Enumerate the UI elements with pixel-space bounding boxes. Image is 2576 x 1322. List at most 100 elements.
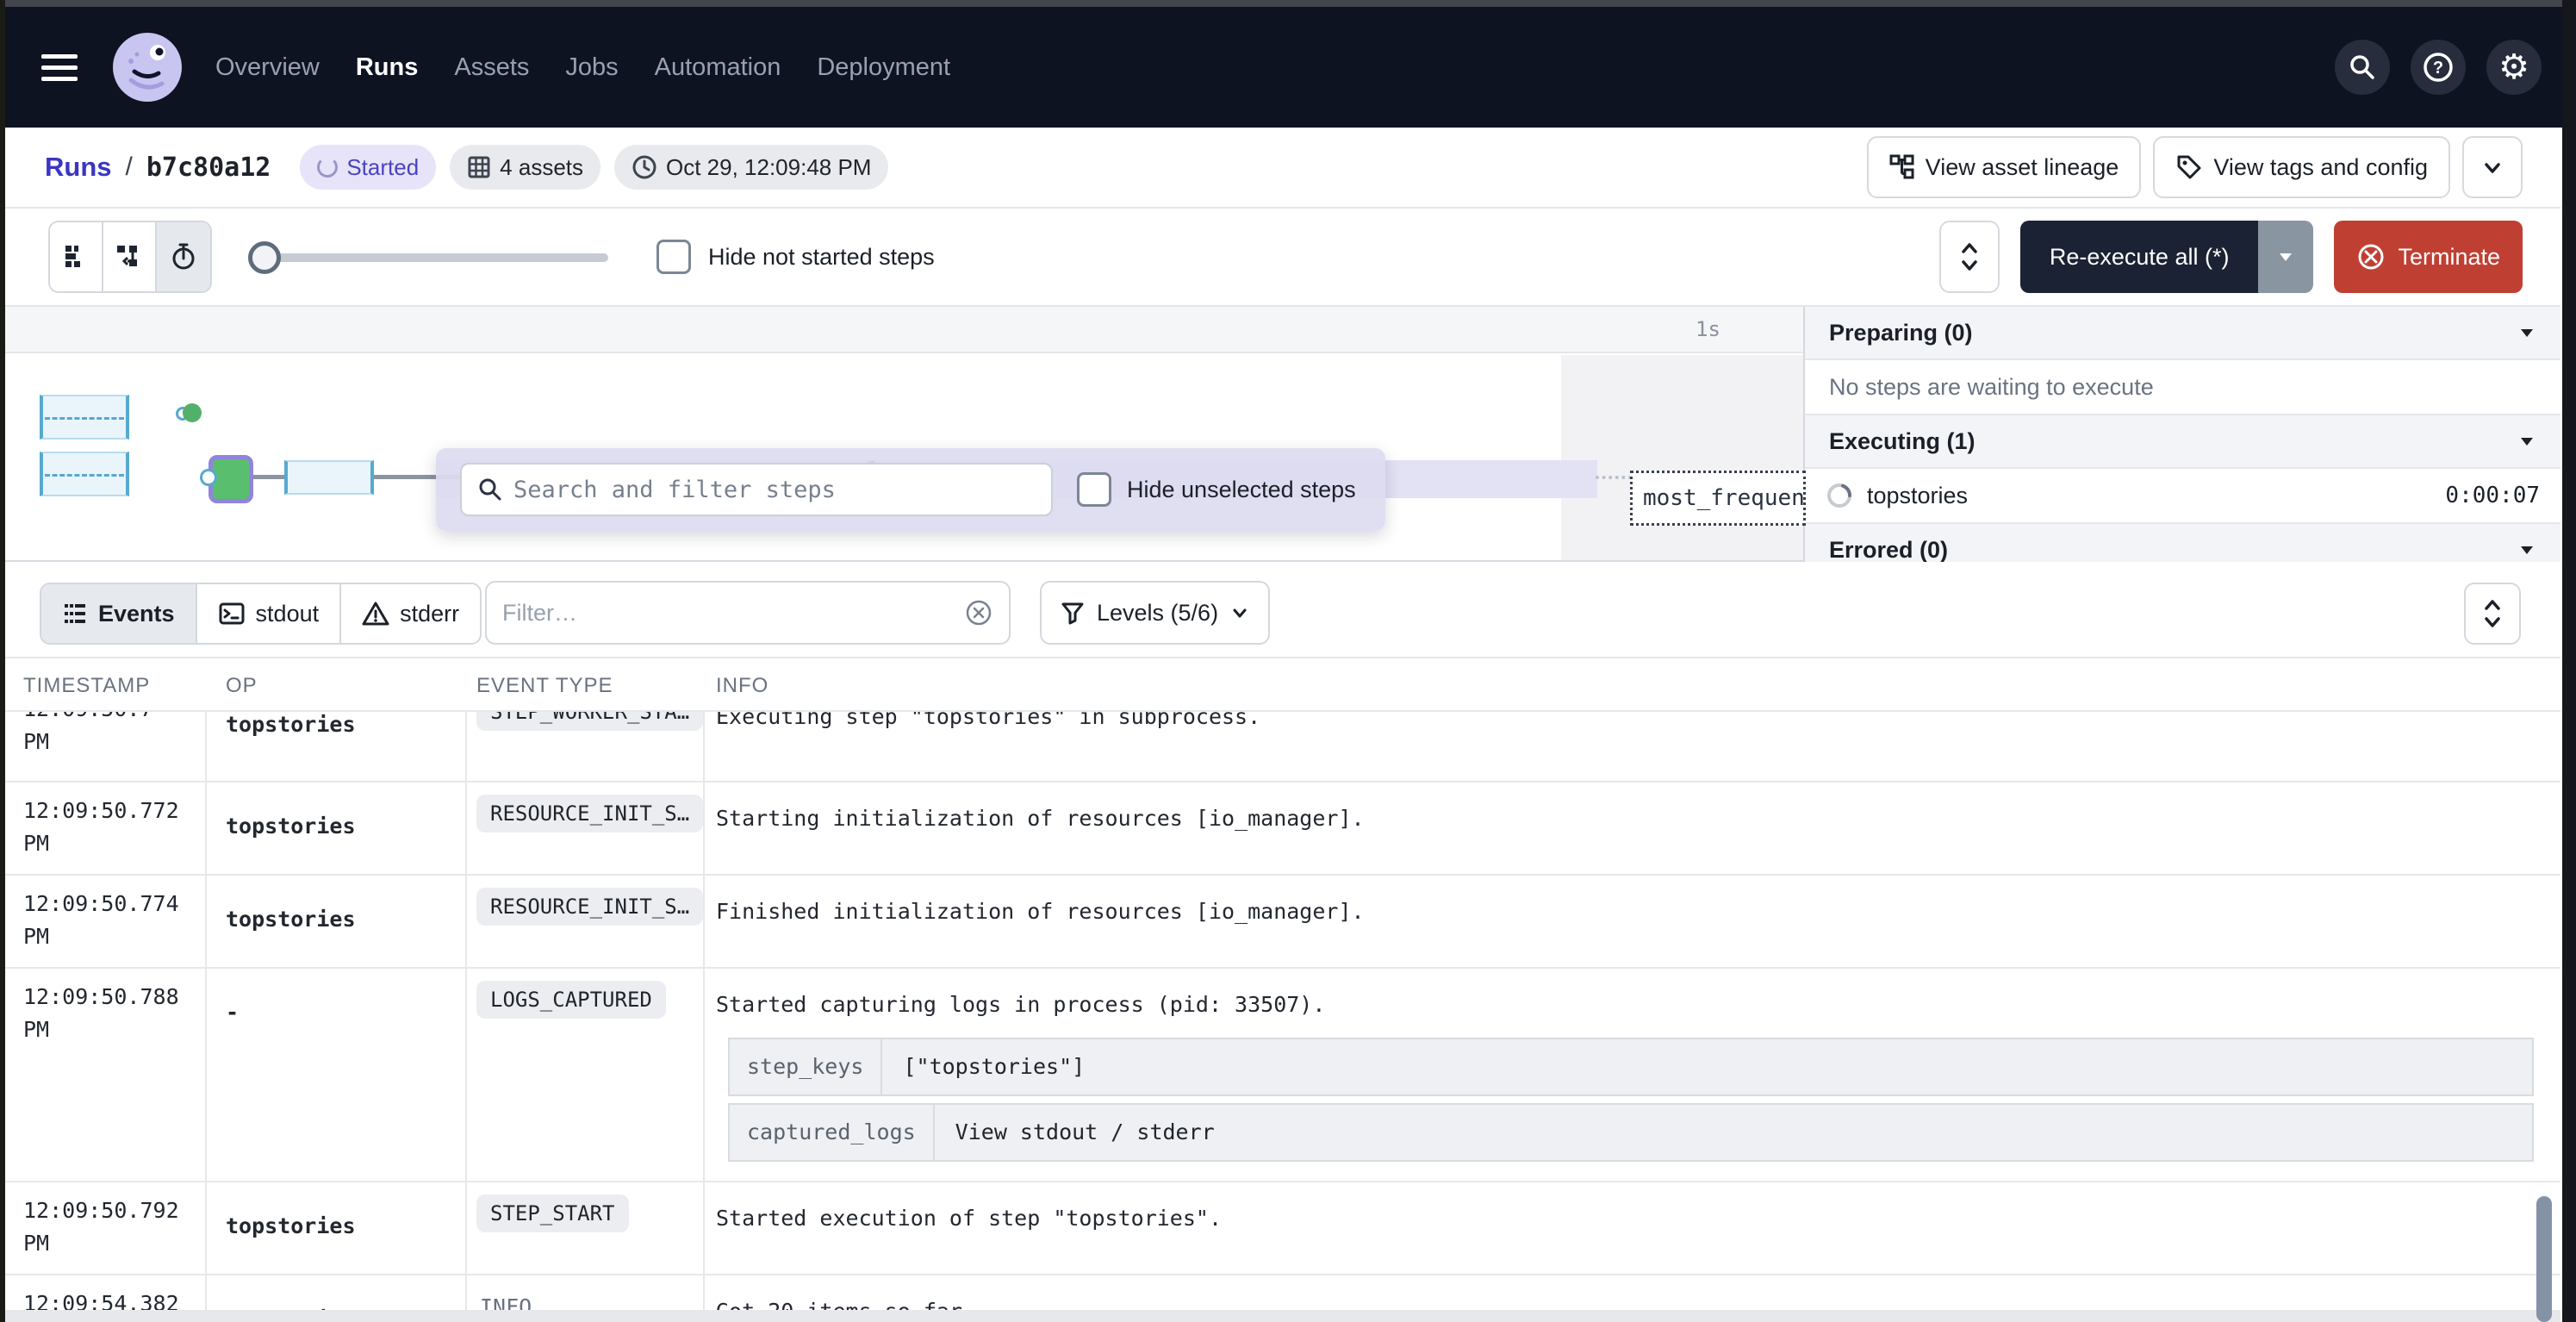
event-type-badge: INFO xyxy=(476,1288,532,1310)
table-row[interactable]: 12:09:54.382PMtopstoriesINFOGot 20 items… xyxy=(5,1275,2560,1310)
cell-info: Finished initialization of resources [io… xyxy=(703,888,2560,931)
tag-icon xyxy=(2175,153,2203,181)
help-icon: ? xyxy=(2422,51,2455,84)
dagster-logo-icon[interactable] xyxy=(110,30,184,104)
metadata-key: step_keys xyxy=(730,1039,882,1094)
nav-item-deployment[interactable]: Deployment xyxy=(817,53,950,82)
cell-timestamp: 12:09:54.382PM xyxy=(5,1288,205,1310)
gantt-time-axis: 1s xyxy=(5,307,1803,353)
view-tags-config-button[interactable]: View tags and config xyxy=(2153,136,2450,198)
nav-item-runs[interactable]: Runs xyxy=(356,53,419,82)
tab-stderr[interactable]: stderr xyxy=(341,584,480,643)
settings-button[interactable]: ⚙ xyxy=(2486,40,2542,95)
clear-filter-icon[interactable] xyxy=(964,598,993,627)
tab-events[interactable]: Events xyxy=(41,584,197,643)
log-filter-box xyxy=(485,581,1011,645)
view-waterfall-button[interactable] xyxy=(103,222,157,291)
window-left-edge xyxy=(0,0,5,1322)
tab-stdout[interactable]: stdout xyxy=(197,584,342,643)
levels-dropdown[interactable]: Levels (5/6) xyxy=(1040,581,1270,645)
nav-item-jobs[interactable]: Jobs xyxy=(565,53,618,82)
cell-op: topstories xyxy=(205,1194,465,1238)
caret-down-icon xyxy=(2276,247,2295,266)
events-list-icon xyxy=(62,601,88,627)
events-table-body: 12:09:50.7PMtopstoriesSTEP_WORKER_STA…Ex… xyxy=(5,712,2560,1310)
scroll-to-bottom-button[interactable] xyxy=(2464,583,2521,645)
reexecute-dropdown-button[interactable] xyxy=(2258,221,2313,293)
hide-not-started-checkbox[interactable] xyxy=(656,240,691,274)
metadata-value: ["topstories"] xyxy=(882,1039,1105,1094)
hide-not-started-label: Hide not started steps xyxy=(708,244,935,271)
event-type-badge: STEP_START xyxy=(476,1194,629,1232)
time-tick-label: 1s xyxy=(1696,317,1720,341)
breadcrumb-runs-link[interactable]: Runs xyxy=(45,152,112,183)
log-view-tabs: Events stdout stderr xyxy=(40,583,482,645)
selected-step-label[interactable]: most_frequent xyxy=(1630,471,1806,526)
gantt-zoom-slider-handle[interactable] xyxy=(248,241,281,274)
hamburger-menu-icon[interactable] xyxy=(41,54,78,81)
terminate-button[interactable]: Terminate xyxy=(2334,221,2523,293)
nav-item-assets[interactable]: Assets xyxy=(454,53,529,82)
info-text: Finished initialization of resources [io… xyxy=(716,893,2560,931)
cell-info: Started execution of step "topstories". xyxy=(703,1194,2560,1238)
metadata-link[interactable]: View stdout / stderr xyxy=(935,1105,1235,1160)
metadata-key: captured_logs xyxy=(730,1105,935,1160)
nav-item-overview[interactable]: Overview xyxy=(215,53,320,82)
step-box-not-started[interactable] xyxy=(40,452,129,496)
cell-op: topstories xyxy=(205,712,465,737)
search-button[interactable] xyxy=(2335,40,2390,95)
label-leader-line xyxy=(1596,476,1632,479)
metadata-row: captured_logsView stdout / stderr xyxy=(728,1103,2534,1162)
log-filter-input[interactable] xyxy=(502,600,954,627)
completed-step-dot[interactable] xyxy=(183,403,202,422)
step-spinner-icon xyxy=(1826,482,1853,509)
cell-timestamp: 12:09:50.7PM xyxy=(5,712,205,758)
table-row[interactable]: 12:09:50.7PMtopstoriesSTEP_WORKER_STA…Ex… xyxy=(5,712,2560,783)
executing-step-row[interactable]: topstories 0:00:07 xyxy=(1805,469,2560,524)
cell-op: - xyxy=(205,981,465,1025)
breadcrumb: Runs / b7c80a12 Started 4 assets Oct 29,… xyxy=(45,145,888,190)
search-icon xyxy=(2348,53,2377,82)
col-timestamp: TIMESTAMP xyxy=(23,674,150,698)
panel-section-executing[interactable]: Executing (1) xyxy=(1805,415,2560,469)
view-asset-lineage-button[interactable]: View asset lineage xyxy=(1867,136,2142,198)
step-status-panel: Preparing (0) No steps are waiting to ex… xyxy=(1803,307,2560,562)
panel-section-preparing[interactable]: Preparing (0) xyxy=(1805,307,2560,360)
view-flat-button[interactable] xyxy=(50,222,103,291)
nav-item-automation[interactable]: Automation xyxy=(655,53,781,82)
metadata-table: step_keys["topstories"] captured_logsView… xyxy=(728,1038,2534,1162)
gantt-zoom-slider-track[interactable] xyxy=(255,253,608,262)
view-timed-button[interactable] xyxy=(157,222,210,291)
datetime-badge: Oct 29, 12:09:48 PM xyxy=(614,145,888,190)
expand-collapse-button[interactable] xyxy=(1939,221,2000,293)
help-button[interactable]: ? xyxy=(2411,40,2466,95)
step-box-queued[interactable] xyxy=(284,460,374,495)
table-row[interactable]: 12:09:50.788PM-LOGS_CAPTUREDStarted capt… xyxy=(5,969,2560,1182)
cell-event-type: INFO xyxy=(465,1288,703,1310)
events-scrollbar-thumb[interactable] xyxy=(2536,1196,2552,1322)
dagster-run-page: Overview Runs Assets Jobs Automation Deployme… xyxy=(0,0,2576,1322)
search-icon xyxy=(477,477,503,502)
gear-icon: ⚙ xyxy=(2498,50,2529,84)
event-type-badge: STEP_WORKER_STA… xyxy=(476,712,703,731)
cell-op: topstories xyxy=(205,795,465,839)
hide-unselected-checkbox[interactable] xyxy=(1077,472,1111,507)
run-actions: Re-execute all (*) Terminate xyxy=(1939,221,2523,293)
assets-badge[interactable]: 4 assets xyxy=(450,145,600,190)
step-search-input[interactable] xyxy=(513,477,1036,503)
events-table-header: TIMESTAMP OP EVENT TYPE INFO xyxy=(5,658,2560,712)
table-row[interactable]: 12:09:50.772PMtopstoriesRESOURCE_INIT_S…… xyxy=(5,783,2560,876)
reexecute-all-button[interactable]: Re-execute all (*) xyxy=(2020,221,2259,293)
hide-unselected-label: Hide unselected steps xyxy=(1127,477,1356,503)
step-box-not-started[interactable] xyxy=(40,395,129,440)
lineage-icon xyxy=(1889,154,1915,180)
table-row[interactable]: 12:09:50.792PMtopstories STEP_START Starte… xyxy=(5,1182,2560,1275)
status-badge[interactable]: Started xyxy=(300,145,436,190)
table-row[interactable]: 12:09:50.774PMtopstoriesRESOURCE_INIT_S…… xyxy=(5,876,2560,969)
panel-section-errored[interactable]: Errored (0) xyxy=(1805,524,2560,562)
chevron-down-icon xyxy=(2517,323,2536,342)
cell-timestamp: 12:09:50.772PM xyxy=(5,795,205,860)
cell-timestamp: 12:09:50.792PM xyxy=(5,1194,205,1260)
run-header-more-button[interactable] xyxy=(2462,136,2523,198)
cell-timestamp: 12:09:50.774PM xyxy=(5,888,205,953)
